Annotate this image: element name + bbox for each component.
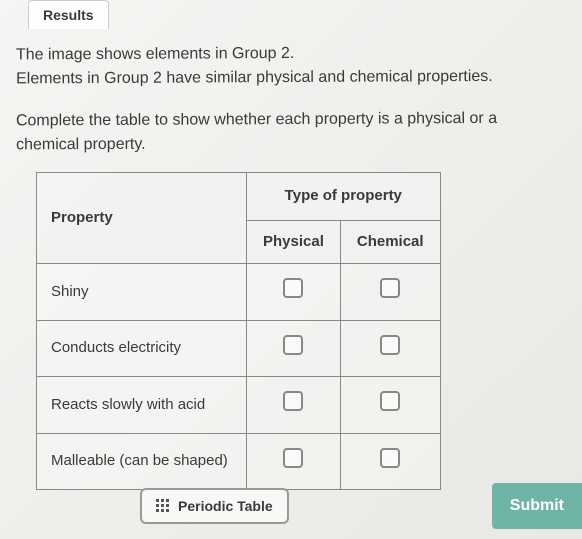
- properties-table: Property Type of property Physical Chemi…: [36, 172, 441, 490]
- header-chemical: Chemical: [340, 220, 440, 264]
- table-row: Shiny: [37, 264, 441, 321]
- checkbox-physical-2[interactable]: [283, 391, 303, 411]
- header-type: Type of property: [247, 173, 441, 221]
- instruction-line-1: The image shows elements in Group 2.: [16, 41, 562, 68]
- table-row: Reacts slowly with acid: [37, 377, 441, 434]
- tab-results[interactable]: Results: [28, 0, 109, 29]
- grid-icon: [156, 499, 170, 513]
- checkbox-physical-3[interactable]: [283, 448, 303, 468]
- instruction-line-2: Elements in Group 2 have similar physica…: [16, 65, 562, 92]
- checkbox-chemical-2[interactable]: [380, 391, 400, 411]
- submit-label: Submit: [510, 497, 564, 514]
- tab-label: Results: [43, 7, 94, 23]
- header-property: Property: [37, 173, 247, 264]
- checkbox-physical-0[interactable]: [283, 278, 303, 298]
- submit-button[interactable]: Submit: [492, 483, 582, 529]
- table-row: Conducts electricity: [37, 320, 441, 377]
- property-label: Reacts slowly with acid: [37, 377, 247, 434]
- checkbox-chemical-1[interactable]: [380, 335, 400, 355]
- question-content: The image shows elements in Group 2. Ele…: [0, 0, 582, 490]
- header-physical: Physical: [247, 220, 341, 264]
- bottom-bar: Periodic Table Submit: [0, 483, 582, 529]
- property-label: Malleable (can be shaped): [37, 433, 247, 490]
- property-label: Conducts electricity: [37, 320, 247, 377]
- property-label: Shiny: [37, 264, 247, 321]
- periodic-table-button[interactable]: Periodic Table: [140, 488, 289, 524]
- table-row: Malleable (can be shaped): [37, 433, 441, 490]
- checkbox-physical-1[interactable]: [283, 335, 303, 355]
- checkbox-chemical-3[interactable]: [380, 448, 400, 468]
- checkbox-chemical-0[interactable]: [380, 278, 400, 298]
- periodic-table-label: Periodic Table: [178, 498, 273, 514]
- instruction-line-3: Complete the table to show whether each …: [16, 107, 562, 158]
